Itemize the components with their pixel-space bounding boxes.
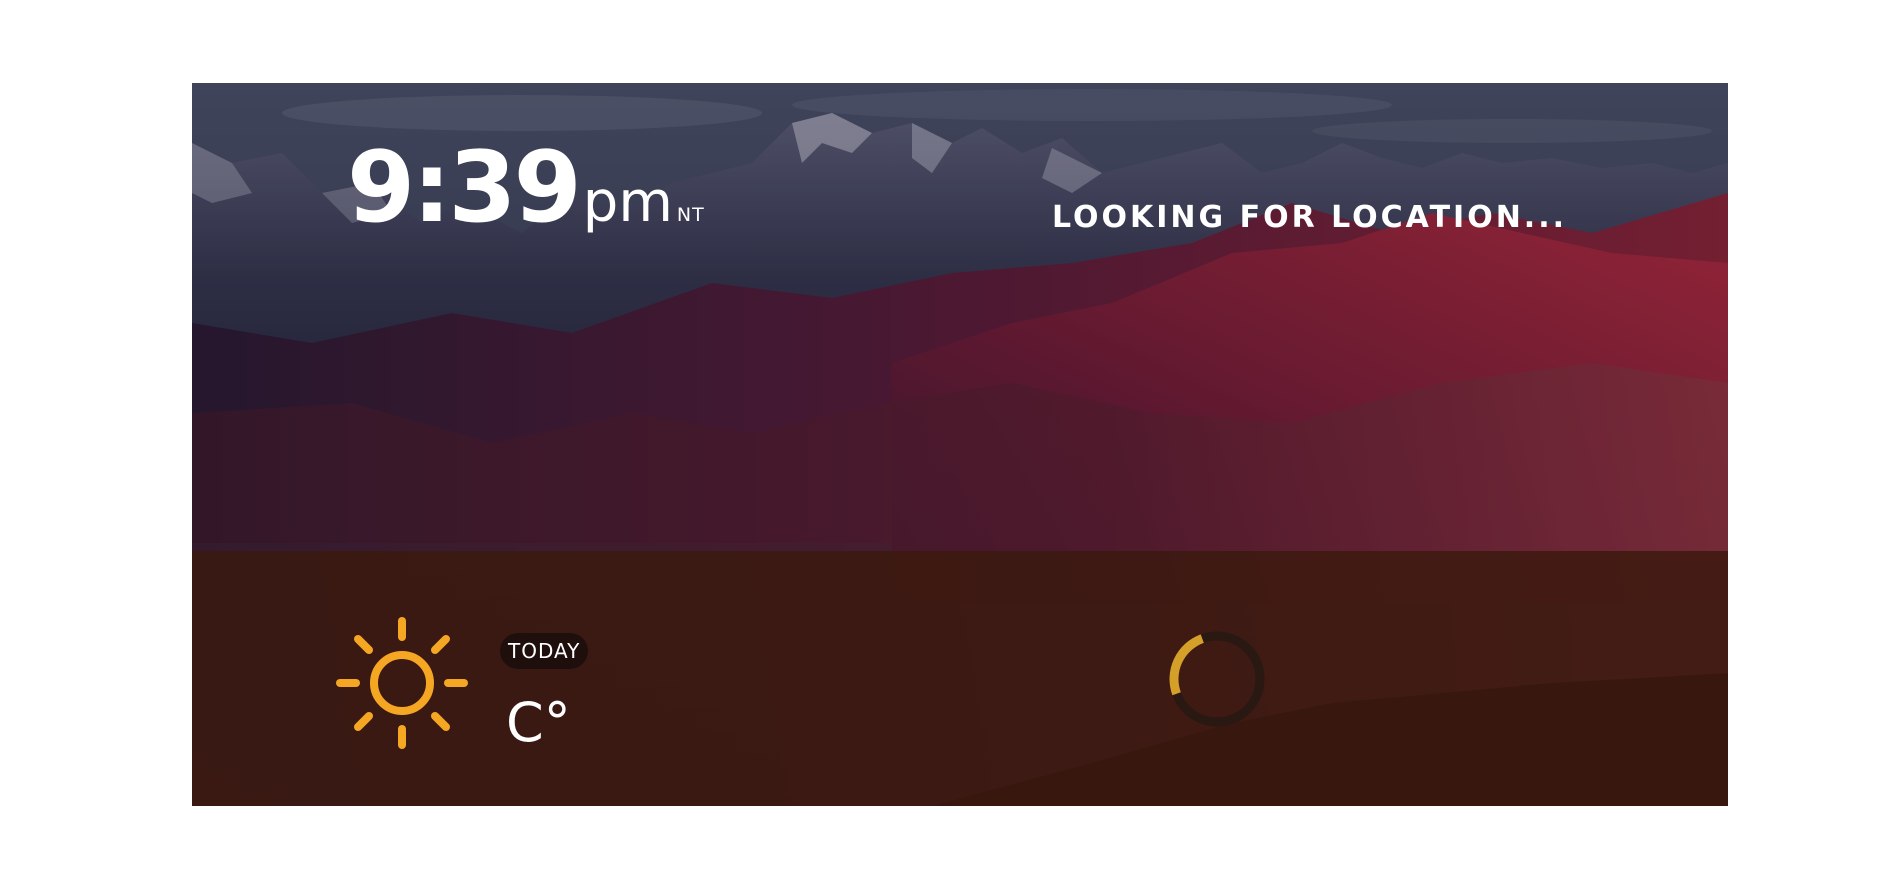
- weather-panel: TODAY C°: [192, 551, 1728, 806]
- spinner-arc: [1169, 634, 1204, 696]
- clock-display: 9:39pm NT: [347, 139, 705, 237]
- clock-timezone: NT: [676, 204, 705, 226]
- loading-spinner-icon: [1169, 631, 1265, 727]
- location-status: LOOKING FOR LOCATION...: [1051, 200, 1567, 235]
- clock-ampm: pm: [582, 170, 673, 235]
- weather-widget-card: 9:39pm NT LOOKING FOR LOCATION... TODAY C…: [192, 83, 1728, 806]
- sun-icon: [336, 617, 468, 749]
- temperature-value: C°: [506, 691, 571, 754]
- clock-time: 9:39: [347, 131, 582, 245]
- day-label-badge: TODAY: [500, 633, 589, 669]
